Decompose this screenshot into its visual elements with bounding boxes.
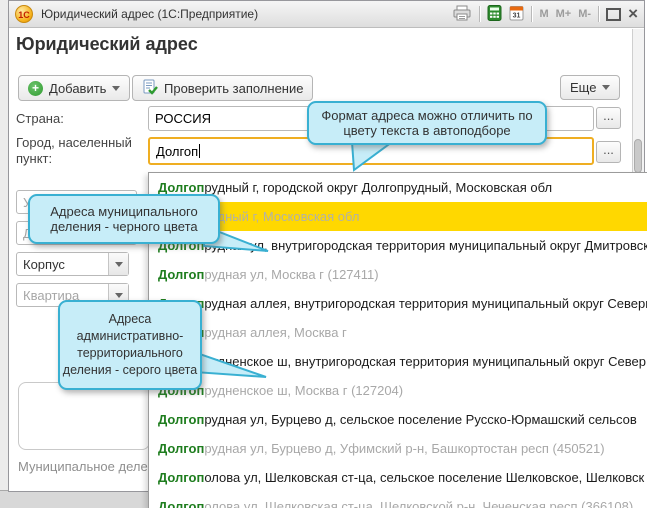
item-text: рудная аллея, Москва г (204, 325, 347, 340)
item-text: рудная аллея, внутригородская территория… (204, 296, 647, 311)
autocomplete-item[interactable]: Долгополова ул, Шелковская ст-ца, Шелков… (149, 492, 647, 508)
page-title: Юридический адрес (16, 34, 198, 54)
toolbar-separator (531, 6, 533, 22)
comment-area[interactable] (18, 382, 150, 450)
chevron-down-icon (602, 85, 611, 90)
autocomplete-item[interactable]: Долгопрудная ул, Бурцево д, сельское пос… (149, 405, 647, 434)
maximize-button[interactable] (606, 7, 622, 21)
toolbar-separator (479, 6, 481, 22)
match-prefix: Долгоп (158, 441, 205, 456)
item-text: рудная ул, Москва г (127411) (204, 267, 379, 282)
match-prefix: Долгоп (158, 499, 205, 508)
autocomplete-item[interactable]: Долгопрудная аллея, Москва г (149, 318, 647, 347)
match-prefix: Долгоп (158, 267, 205, 282)
autocomplete-item[interactable]: Долгопрудная аллея, внутригородская терр… (149, 289, 647, 318)
building-value: Корпус (23, 256, 65, 272)
building-combo[interactable]: Корпус (16, 252, 129, 276)
title-bar: 1С Юридический адрес (1С:Предприятие) 31… (9, 1, 644, 28)
municipal-callout-text: Адреса муниципального деления - черного … (50, 204, 198, 234)
match-prefix: Долгоп (158, 470, 205, 485)
item-text: олова ул, Шелковская ст-ца, сельское пос… (204, 470, 645, 485)
memory-m-button[interactable]: M (539, 8, 548, 20)
format-callout-text: Формат адреса можно отличить по цвету те… (321, 108, 533, 138)
item-text: олова ул, Шелковская ст-ца, Шелковской р… (204, 499, 634, 508)
add-button[interactable]: + Добавить (18, 75, 131, 101)
scrollbar-thumb[interactable] (634, 139, 642, 173)
svg-text:31: 31 (513, 12, 521, 19)
municipal-division-link[interactable]: Муниципальное деле (18, 459, 148, 474)
chevron-down-icon (114, 292, 123, 298)
format-callout: Формат адреса можно отличить по цвету те… (307, 101, 547, 145)
autocomplete-item[interactable]: Долгополова ул, Шелковская ст-ца, сельск… (149, 463, 647, 492)
item-text: рудная ул, Бурцево д, Уфимский р-н, Башк… (204, 441, 605, 456)
autocomplete-item[interactable]: Долгопрудная ул, Москва г (127411) (149, 260, 647, 289)
autocomplete-item[interactable]: Долгопрудный г, городской округ Долгопру… (149, 173, 647, 202)
match-prefix: Долгоп (158, 412, 205, 427)
close-button[interactable]: × (628, 5, 638, 22)
memory-mminus-button[interactable]: M- (578, 8, 591, 20)
chevron-down-icon (112, 85, 121, 91)
country-picker-button[interactable]: ... (596, 107, 621, 129)
autocomplete-item[interactable]: Долгопрудная ул, Бурцево д, Уфимский р-н… (149, 434, 647, 463)
administrative-callout: Адреса административно-территориального … (58, 300, 202, 390)
more-button-label: Еще (570, 80, 597, 95)
1c-logo-icon: 1С (15, 5, 33, 23)
country-label: Страна: (16, 111, 64, 126)
window-title: Юридический адрес (1С:Предприятие) (41, 7, 259, 21)
print-icon[interactable] (452, 5, 472, 24)
calculator-icon[interactable] (487, 4, 502, 24)
combo-drop-button[interactable] (108, 253, 128, 275)
item-text: рудная ул, Бурцево д, сельское поселение… (204, 412, 637, 427)
add-plus-icon: + (28, 80, 43, 96)
calendar-icon[interactable]: 31 (509, 5, 524, 24)
city-label: Город, населенный пункт: (16, 135, 132, 166)
screenshot-root: 1С Юридический адрес (1С:Предприятие) 31… (0, 0, 647, 508)
item-text: рудный г, городской округ Долгопрудный, … (204, 180, 553, 195)
municipal-callout: Адреса муниципального деления - черного … (28, 194, 220, 244)
administrative-callout-text: Адреса административно-территориального … (62, 312, 198, 377)
city-picker-button[interactable]: ... (596, 141, 621, 163)
item-text: рудненское ш, Москва г (127204) (204, 383, 404, 398)
match-prefix: Долгоп (158, 180, 205, 195)
country-value: РОССИЯ (155, 111, 212, 126)
chevron-down-icon (114, 261, 123, 267)
check-document-icon (142, 79, 158, 98)
more-button[interactable]: Еще (560, 75, 621, 100)
text-caret (199, 144, 201, 158)
check-fill-label: Проверить заполнение (164, 80, 304, 96)
add-button-label: Добавить (49, 80, 107, 96)
toolbar-separator (598, 6, 600, 22)
memory-mplus-button[interactable]: M+ (556, 8, 572, 20)
city-value: Долгоп (156, 143, 199, 159)
check-fill-button[interactable]: Проверить заполнение (132, 75, 314, 101)
